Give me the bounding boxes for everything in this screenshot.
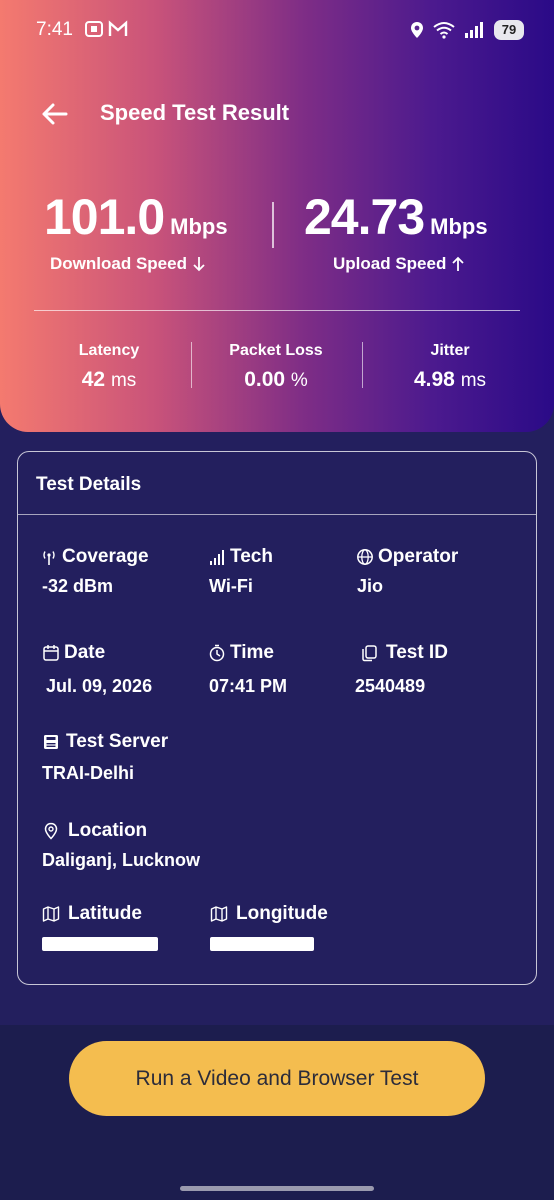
coverage-label-row: Coverage xyxy=(40,546,149,568)
tech-label: Tech xyxy=(230,546,273,567)
location-value: Daliganj, Lucknow xyxy=(42,850,201,870)
latitude-field: Latitude xyxy=(42,903,158,956)
latitude-label: Latitude xyxy=(68,903,142,924)
longitude-redacted-value xyxy=(210,937,314,951)
status-time: 7:41 xyxy=(36,19,73,40)
upload-speed: 24.73 Mbps Upload Speed xyxy=(304,188,488,274)
jitter-value: 4.98 xyxy=(413,368,455,391)
download-label-row: Download Speed xyxy=(50,254,228,274)
location-field: Location Daliganj, Lucknow xyxy=(42,820,200,871)
location-pin-icon xyxy=(411,22,423,38)
time-label-row: Time xyxy=(208,642,287,664)
timer-icon xyxy=(209,644,225,662)
longitude-label: Longitude xyxy=(236,903,328,924)
screenshot-icon xyxy=(85,21,103,37)
packet-loss-value-row: 0.00 % xyxy=(191,368,361,392)
latency-unit: ms xyxy=(110,370,137,391)
download-speed: 101.0 Mbps Download Speed xyxy=(44,188,228,274)
upload-unit: Mbps xyxy=(430,214,488,239)
packet-loss-value: 0.00 xyxy=(244,368,286,391)
gmail-icon xyxy=(108,20,128,36)
coverage-value: -32 dBm xyxy=(42,576,114,596)
app-header: Speed Test Result xyxy=(0,88,554,140)
coverage-field: Coverage -32 dBm xyxy=(40,546,149,597)
arrow-left-icon xyxy=(42,103,68,125)
download-unit: Mbps xyxy=(170,214,228,239)
operator-field: Operator Jio xyxy=(356,546,458,597)
download-label: Download Speed xyxy=(50,254,187,273)
jitter-unit: ms xyxy=(460,370,487,391)
date-value: Jul. 09, 2026 xyxy=(46,676,153,696)
time-label: Time xyxy=(230,642,275,663)
page-title: Speed Test Result xyxy=(100,100,290,125)
latency-value-row: 42 ms xyxy=(24,368,194,392)
back-button[interactable] xyxy=(36,96,72,132)
test-server-label: Test Server xyxy=(66,731,169,752)
copy-icon xyxy=(362,645,377,662)
antenna-icon xyxy=(43,551,55,565)
globe-icon xyxy=(357,549,373,565)
run-video-browser-test-button[interactable]: Run a Video and Browser Test xyxy=(69,1041,485,1116)
latency-metric: Latency 42 ms xyxy=(24,342,194,392)
metric-divider xyxy=(362,342,363,388)
tech-value: Wi-Fi xyxy=(209,576,253,596)
packet-loss-metric: Packet Loss 0.00 % xyxy=(191,342,361,392)
jitter-label: Jitter xyxy=(430,342,470,359)
upload-label: Upload Speed xyxy=(333,254,447,273)
calendar-icon xyxy=(43,645,59,661)
cellular-signal-icon xyxy=(465,22,483,38)
upload-value: 24.73 xyxy=(304,189,425,245)
location-label-row: Location xyxy=(42,820,200,842)
test-server-label-row: Test Server xyxy=(42,731,168,753)
map-icon xyxy=(42,906,60,922)
signal-bars-icon xyxy=(210,550,224,565)
packet-loss-label: Packet Loss xyxy=(229,342,323,359)
status-icons: 79 xyxy=(410,18,524,42)
map-icon xyxy=(210,906,228,922)
latitude-redacted-value xyxy=(42,937,158,951)
test-details-separator xyxy=(18,514,536,515)
operator-value: Jio xyxy=(357,576,384,596)
test-id-value: 2540489 xyxy=(355,676,426,696)
test-id-label-row: Test ID xyxy=(360,642,448,664)
location-label: Location xyxy=(68,820,148,841)
upload-label-row: Upload Speed xyxy=(333,254,488,274)
location-pin-icon xyxy=(44,822,58,840)
time-value: 07:41 PM xyxy=(209,676,288,696)
test-details-title: Test Details xyxy=(36,474,142,495)
test-server-value: TRAI-Delhi xyxy=(42,763,134,783)
longitude-label-row: Longitude xyxy=(210,903,328,925)
status-bar: 7:41 79 xyxy=(0,0,554,60)
result-hero-card: 7:41 79 Speed Test Result 101.0 Mbps Dow… xyxy=(0,0,554,432)
operator-label: Operator xyxy=(378,546,459,567)
home-indicator[interactable] xyxy=(180,1186,374,1191)
test-id-label: Test ID xyxy=(386,642,448,663)
battery-level: 79 xyxy=(494,20,524,40)
jitter-metric: Jitter 4.98 ms xyxy=(365,342,535,392)
time-field: Time 07:41 PM xyxy=(208,642,287,697)
date-label-row: Date xyxy=(42,642,152,664)
packet-loss-unit: % xyxy=(290,370,308,391)
arrow-up-icon xyxy=(452,256,464,271)
server-icon xyxy=(44,735,58,749)
date-field: Date Jul. 09, 2026 xyxy=(42,642,152,697)
tech-field: Tech Wi-Fi xyxy=(208,546,273,597)
latency-value: 42 xyxy=(81,368,106,391)
hero-separator xyxy=(34,310,520,311)
longitude-field: Longitude xyxy=(210,903,328,956)
arrow-down-icon xyxy=(193,257,205,272)
jitter-value-row: 4.98 ms xyxy=(365,368,535,392)
operator-label-row: Operator xyxy=(356,546,458,568)
latency-label: Latency xyxy=(78,342,140,359)
test-id-field: Test ID 2540489 xyxy=(355,642,448,697)
download-value: 101.0 xyxy=(44,189,165,245)
speed-divider xyxy=(272,202,274,248)
test-server-field: Test Server TRAI-Delhi xyxy=(42,731,168,784)
wifi-icon xyxy=(433,22,455,39)
coverage-label: Coverage xyxy=(62,546,149,567)
test-details-card: Test Details Coverage -32 dBm Tech Wi-Fi xyxy=(17,451,537,985)
latitude-label-row: Latitude xyxy=(42,903,158,925)
date-label: Date xyxy=(64,642,106,663)
tech-label-row: Tech xyxy=(208,546,273,568)
